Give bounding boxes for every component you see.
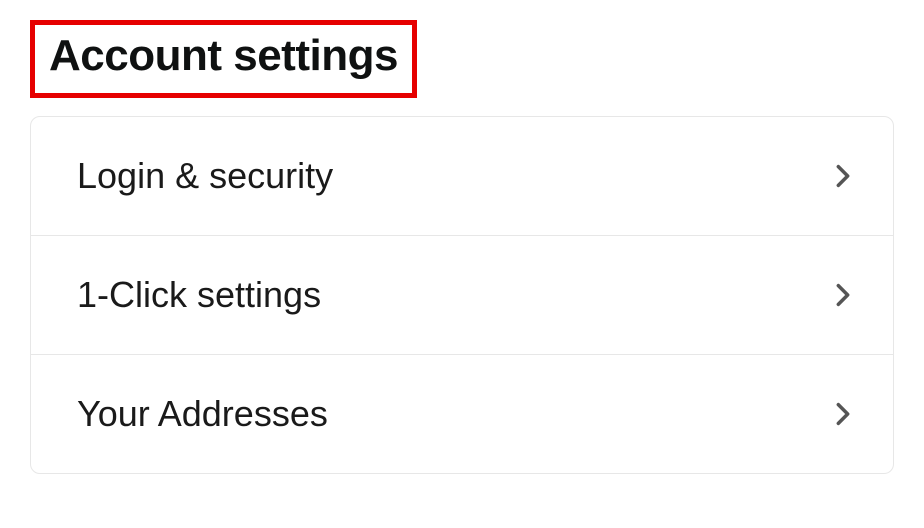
login-security-item[interactable]: Login & security — [31, 117, 893, 236]
chevron-right-icon — [829, 281, 857, 309]
section-title: Account settings — [49, 31, 398, 81]
your-addresses-item[interactable]: Your Addresses — [31, 355, 893, 473]
section-title-highlight: Account settings — [30, 20, 417, 98]
list-item-label: Your Addresses — [77, 393, 328, 435]
account-settings-list: Login & security 1-Click settings Your A… — [30, 116, 894, 474]
list-item-label: 1-Click settings — [77, 274, 321, 316]
chevron-right-icon — [829, 400, 857, 428]
chevron-right-icon — [829, 162, 857, 190]
list-item-label: Login & security — [77, 155, 333, 197]
one-click-settings-item[interactable]: 1-Click settings — [31, 236, 893, 355]
